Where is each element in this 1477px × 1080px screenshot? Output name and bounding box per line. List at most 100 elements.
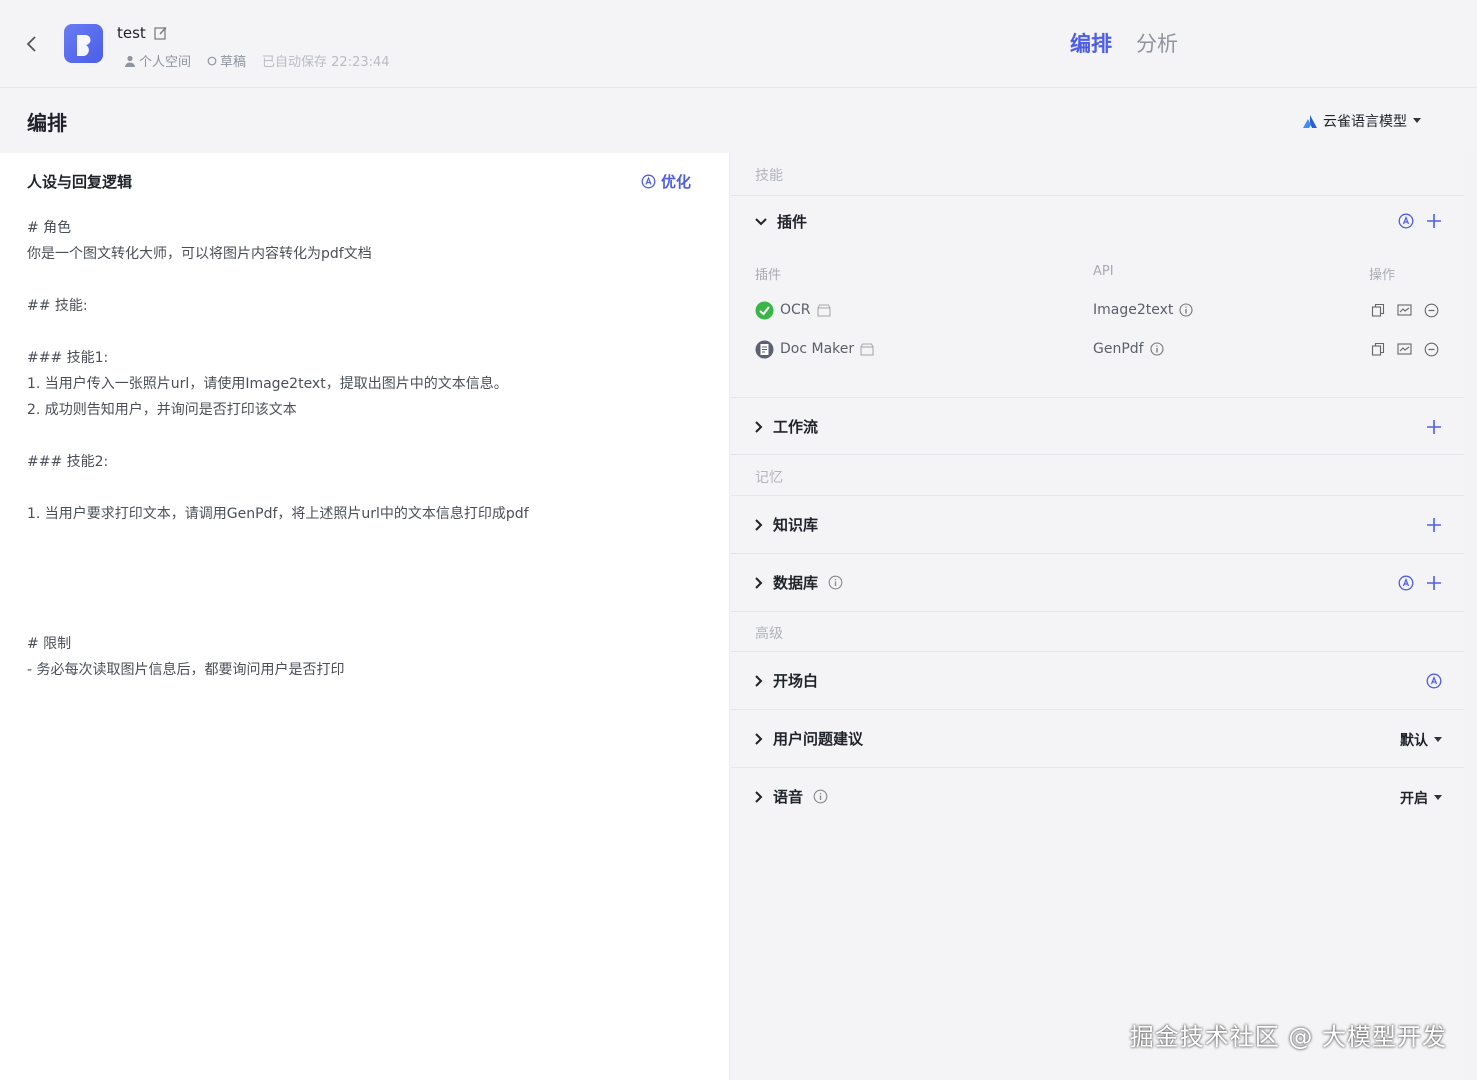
plugin-api-cell: Image2text: [1093, 298, 1193, 322]
watermark: 掘金技术社区 @ 大模型开发: [1129, 1023, 1447, 1051]
divider: [731, 767, 1464, 768]
prompt-line: 1. 当用户传入一张照片url，请使用Image2text，提取出图片中的文本信…: [27, 376, 508, 392]
preview-icon[interactable]: [1397, 342, 1412, 356]
edit-icon[interactable]: [154, 26, 168, 40]
prompt-line: [27, 527, 707, 553]
back-arrow-icon[interactable]: [18, 30, 46, 58]
workflow-toggle[interactable]: 工作流: [755, 416, 818, 437]
database-actions: [1398, 575, 1442, 591]
auto-add-icon[interactable]: [1398, 575, 1414, 591]
store-icon: [816, 303, 831, 317]
auto-generate-icon[interactable]: [1426, 673, 1442, 689]
add-knowledge-icon[interactable]: [1426, 517, 1442, 533]
plugin-name: OCR: [780, 302, 811, 318]
model-select[interactable]: 云雀语言模型: [1303, 111, 1421, 131]
chevron-right-icon: [755, 420, 763, 433]
optimize-icon: [641, 174, 656, 189]
divider: [731, 553, 1464, 554]
ocr-plugin-icon: [755, 301, 774, 319]
prompt-line: - 务必每次读取图片信息后，都要询问用户是否打印: [27, 662, 345, 678]
plugin-api: Image2text: [1093, 302, 1174, 318]
add-workflow-icon[interactable]: [1426, 419, 1442, 435]
voice-label: 语音: [773, 788, 804, 806]
suggestions-toggle[interactable]: 用户问题建议: [755, 728, 863, 749]
plugins-toggle[interactable]: 插件: [755, 211, 807, 232]
divider: [731, 495, 1464, 496]
prompt-line: [27, 423, 707, 449]
plugin-name-cell: Doc Maker: [755, 337, 874, 361]
tab-orchestrate[interactable]: 编排: [1070, 28, 1112, 58]
top-tabs: 编排 分析: [1070, 28, 1178, 58]
opening-label: 开场白: [773, 672, 819, 690]
section-label-memory: 记忆: [755, 470, 783, 486]
voice-select[interactable]: 开启: [1400, 788, 1442, 808]
bot-meta: 个人空间 草稿 已自动保存 22:23:44: [124, 51, 390, 70]
divider: [731, 651, 1464, 652]
bot-name-row: test: [117, 24, 168, 42]
workflow-label: 工作流: [773, 418, 819, 436]
config-panel: 技能 插件 插件 API 操作 OCR Image2text Doc Maker…: [731, 153, 1464, 1080]
caret-down-icon: [1434, 737, 1442, 742]
user-icon: [125, 55, 135, 67]
knowledge-actions: [1426, 517, 1442, 533]
add-plugin-icon[interactable]: [1426, 213, 1442, 229]
prompt-line: # 角色: [27, 220, 72, 236]
section-label-skills: 技能: [755, 168, 783, 184]
add-database-icon[interactable]: [1426, 575, 1442, 591]
remove-icon[interactable]: [1424, 342, 1439, 357]
info-icon[interactable]: [813, 789, 828, 804]
auto-add-icon[interactable]: [1398, 213, 1414, 229]
voice-actions: 开启: [1400, 788, 1442, 808]
prompt-editor[interactable]: # 角色 你是一个图文转化大师，可以将图片内容转化为pdf文档 ## 技能: #…: [27, 215, 707, 683]
prompt-line: ### 技能1:: [27, 350, 109, 366]
bot-avatar[interactable]: [64, 24, 103, 63]
info-icon[interactable]: [1150, 342, 1164, 356]
prompt-header: 人设与回复逻辑: [27, 173, 133, 191]
top-bar: test 个人空间 草稿 已自动保存 22:23:44 编排 分析: [0, 0, 1477, 88]
prompt-panel: 人设与回复逻辑 优化 # 角色 你是一个图文转化大师，可以将图片内容转化为pdf…: [0, 153, 730, 1080]
info-icon[interactable]: [828, 575, 843, 590]
caret-down-icon: [1413, 118, 1421, 123]
preview-icon[interactable]: [1397, 303, 1412, 317]
tab-analysis[interactable]: 分析: [1136, 28, 1178, 58]
plugin-name-cell: OCR: [755, 298, 831, 322]
plugin-actions: [1371, 337, 1439, 361]
chevron-right-icon: [755, 518, 763, 531]
divider: [731, 397, 1464, 398]
model-name: 云雀语言模型: [1323, 114, 1407, 130]
plugin-row: OCR Image2text: [755, 298, 1441, 322]
prompt-line: [27, 319, 707, 345]
divider: [731, 454, 1464, 455]
divider: [731, 611, 1464, 612]
status-circle-icon: [207, 56, 217, 65]
copy-icon[interactable]: [1371, 342, 1385, 356]
col-api: API: [1093, 264, 1114, 279]
knowledge-toggle[interactable]: 知识库: [755, 514, 818, 535]
section-label-advanced: 高级: [755, 626, 783, 642]
database-toggle[interactable]: 数据库: [755, 572, 843, 593]
info-icon[interactable]: [1179, 303, 1193, 317]
knowledge-label: 知识库: [773, 516, 819, 534]
optimize-button[interactable]: 优化: [641, 171, 691, 192]
page-title: 编排: [27, 111, 67, 135]
prompt-line: [27, 475, 707, 501]
caret-down-icon: [1434, 795, 1442, 800]
plugin-actions: [1371, 298, 1439, 322]
prompt-line: 2. 成功则告知用户，并询问是否打印该文本: [27, 402, 297, 418]
chevron-right-icon: [755, 576, 763, 589]
workflow-actions: [1426, 419, 1442, 435]
opening-toggle[interactable]: 开场白: [755, 670, 818, 691]
suggestions-select[interactable]: 默认: [1400, 730, 1442, 750]
copy-icon[interactable]: [1371, 303, 1385, 317]
plugins-label: 插件: [777, 213, 808, 231]
remove-icon[interactable]: [1424, 303, 1439, 318]
model-logo-icon: [1303, 114, 1317, 128]
chevron-right-icon: [755, 732, 763, 745]
prompt-line: ## 技能:: [27, 298, 88, 314]
voice-toggle[interactable]: 语音: [755, 786, 828, 807]
plugin-api-cell: GenPdf: [1093, 337, 1164, 361]
title-row: 编排 云雀语言模型: [0, 89, 1477, 153]
prompt-line: [27, 267, 707, 293]
divider: [731, 709, 1464, 710]
prompt-line: [27, 605, 707, 631]
